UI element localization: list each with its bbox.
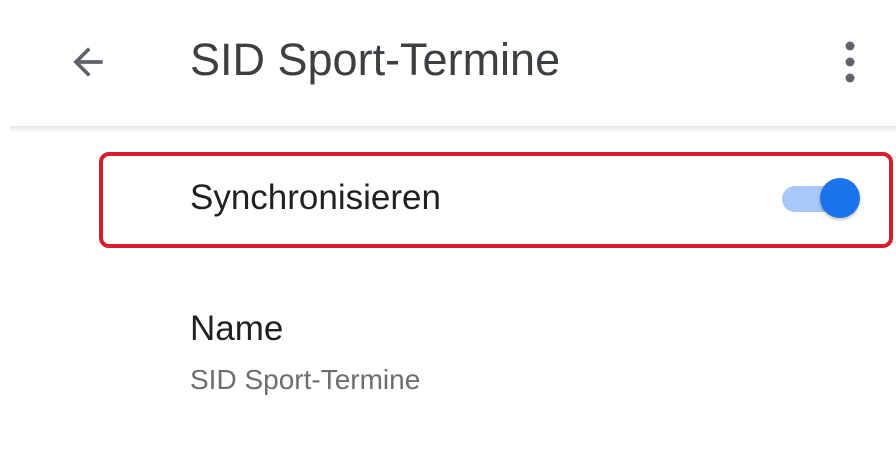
more-options-button[interactable]: [826, 34, 874, 90]
sync-setting-row[interactable]: Synchronisieren: [104, 156, 884, 240]
toggle-thumb: [820, 178, 860, 218]
page-title: SID Sport-Termine: [190, 34, 561, 85]
name-value: SID Sport-Termine: [190, 364, 421, 395]
more-vert-icon: [845, 41, 855, 83]
sync-label: Synchronisieren: [190, 178, 441, 217]
back-button[interactable]: [58, 34, 118, 90]
name-setting-row[interactable]: Name SID Sport-Termine: [190, 306, 790, 416]
app-bar: SID Sport-Termine: [0, 0, 896, 124]
name-label: Name: [190, 309, 284, 348]
sync-toggle[interactable]: [776, 172, 860, 224]
app-bar-divider: [10, 126, 896, 131]
arrow-left-icon: [73, 47, 103, 77]
